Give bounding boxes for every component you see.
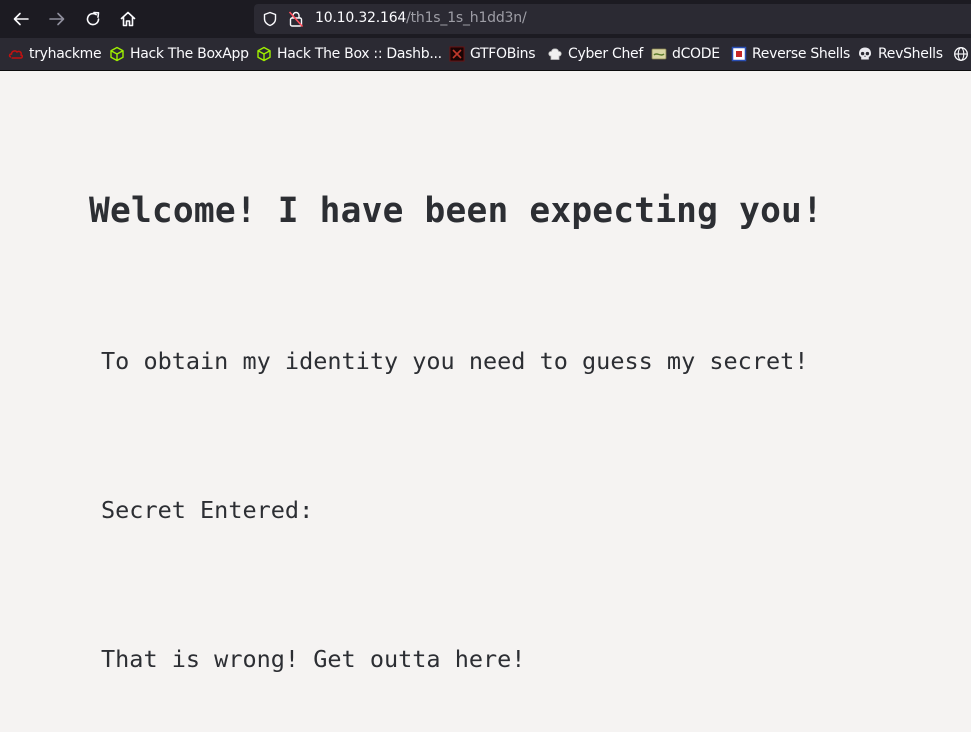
bookmark-hackthebox-app[interactable]: Hack The BoxApp	[109, 45, 249, 63]
chef-hat-icon	[547, 46, 563, 62]
url-bar[interactable]: 10.10.32.164/th1s_1s_h1dd3n/	[254, 4, 971, 34]
reload-icon	[86, 11, 100, 26]
bookmark-dcode[interactable]: dCODE	[651, 45, 720, 63]
back-button[interactable]	[7, 5, 35, 33]
url-text[interactable]: 10.10.32.164/th1s_1s_h1dd3n/	[315, 10, 527, 26]
bookmark-gtfobins[interactable]: GTFOBins	[449, 45, 536, 63]
page-content: Welcome! I have been expecting you! To o…	[0, 71, 971, 732]
tryhackme-icon	[8, 46, 24, 62]
home-button[interactable]	[114, 5, 142, 33]
home-icon	[120, 11, 136, 27]
tracking-shield-icon[interactable]	[262, 11, 278, 27]
bookmark-cyberchef[interactable]: Cyber Chef	[547, 45, 643, 63]
gtfobins-icon	[449, 46, 465, 62]
bookmark-label: Hack The BoxApp	[130, 46, 249, 62]
bookmark-label: RevShells	[878, 46, 943, 62]
bookmark-hackthebox-dashboard[interactable]: Hack The Box :: Dashb...	[256, 45, 442, 63]
bookmark-tryhackme[interactable]: tryhackme	[8, 45, 102, 63]
hackthebox-icon	[256, 46, 272, 62]
globe-icon	[953, 46, 969, 62]
url-host: 10.10.32.164	[315, 10, 407, 26]
arrow-left-icon	[13, 12, 29, 26]
arrow-right-icon	[49, 12, 65, 26]
bookmark-revshells[interactable]: RevShells	[857, 45, 943, 63]
url-path: /th1s_1s_h1dd3n/	[406, 10, 527, 26]
dcode-icon	[651, 46, 667, 62]
bookmark-globe[interactable]	[953, 45, 971, 63]
bookmarks-toolbar: tryhackme Hack The BoxApp Hack The Box :…	[0, 38, 971, 71]
bookmark-label: Cyber Chef	[568, 46, 643, 62]
browser-toolbar: 10.10.32.164/th1s_1s_h1dd3n/	[0, 0, 971, 38]
forward-button[interactable]	[43, 5, 71, 33]
bookmark-reverse-shells[interactable]: Reverse Shells	[731, 45, 850, 63]
result-message: That is wrong! Get outta here!	[101, 645, 526, 673]
reverse-shells-icon	[731, 46, 747, 62]
skull-icon	[857, 46, 873, 62]
bookmark-label: dCODE	[672, 46, 720, 62]
bookmark-label: Hack The Box :: Dashb...	[277, 46, 442, 62]
bookmark-label: Reverse Shells	[752, 46, 850, 62]
bookmark-label: GTFOBins	[470, 46, 536, 62]
hackthebox-icon	[109, 46, 125, 62]
secret-entered-label: Secret Entered:	[101, 496, 314, 524]
reload-button[interactable]	[79, 5, 107, 33]
instruction-text: To obtain my identity you need to guess …	[101, 347, 809, 375]
page-heading: Welcome! I have been expecting you!	[89, 191, 823, 231]
bookmark-label: tryhackme	[29, 46, 102, 62]
insecure-lock-icon[interactable]	[288, 10, 304, 28]
